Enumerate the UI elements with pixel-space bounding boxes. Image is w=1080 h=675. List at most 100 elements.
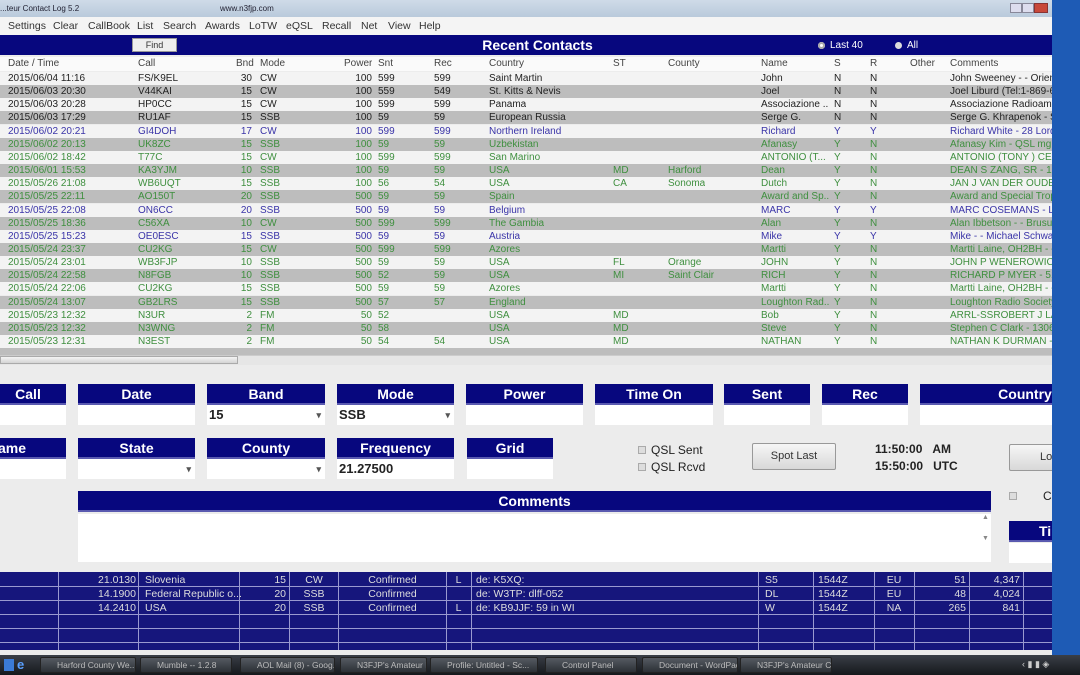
comments-scrollbar[interactable]: ▲ ▼ bbox=[980, 514, 991, 562]
cell-band: 15 bbox=[240, 230, 252, 242]
dropdown-arrow-icon[interactable]: ▾ bbox=[186, 459, 191, 479]
power-input[interactable] bbox=[466, 405, 583, 425]
table-row[interactable]: 2015/06/02 20:21 GI4DOH 17 CW 100 599 599 North… bbox=[0, 124, 1052, 138]
call-input[interactable] bbox=[0, 405, 66, 425]
spot-row[interactable]: 21.0130 Slovenia 15 CW Confirmed Lde: K5XQ: S5… bbox=[0, 574, 1052, 586]
table-row[interactable]: 2015/06/03 20:30 V44KAI 15 CW 100 559 549 St. K… bbox=[0, 85, 1052, 99]
menu-callbook[interactable]: CallBook bbox=[88, 20, 130, 32]
internet-explorer-icon[interactable]: e bbox=[17, 657, 24, 672]
menu-view[interactable]: View bbox=[388, 20, 411, 32]
col-snt[interactable]: Snt bbox=[378, 58, 393, 69]
menu-net[interactable]: Net bbox=[361, 20, 377, 32]
maximize-button[interactable] bbox=[1022, 3, 1034, 13]
dropdown-arrow-icon[interactable]: ▾ bbox=[445, 405, 450, 425]
menu-list[interactable]: List bbox=[137, 20, 153, 32]
cell-snt: 59 bbox=[378, 230, 390, 242]
scrollbar-thumb[interactable] bbox=[0, 356, 238, 364]
menu-eqsl[interactable]: eQSL bbox=[286, 20, 313, 32]
table-row[interactable]: 2015/06/02 18:42 T77C 15 CW 100 599 599 San Mar… bbox=[0, 150, 1052, 164]
close-button[interactable] bbox=[1034, 3, 1048, 13]
show-desktop-icon[interactable] bbox=[4, 659, 14, 671]
radio-last-40-label: Last 40 bbox=[830, 40, 863, 51]
radio-last-40[interactable]: Last 40 bbox=[818, 40, 863, 51]
col-county[interactable]: County bbox=[668, 58, 700, 69]
table-row[interactable]: 2015/05/24 23:01 WB3FJP 10 SSB 500 59 59 USA FL O… bbox=[0, 256, 1052, 270]
sent-input[interactable] bbox=[724, 405, 810, 425]
table-row[interactable]: 2015/05/24 23:37 CU2KG 15 CW 500 599 599 Azores… bbox=[0, 242, 1052, 256]
menu-help[interactable]: Help bbox=[419, 20, 441, 32]
grid-input[interactable] bbox=[467, 459, 553, 479]
menu-recall[interactable]: Recall bbox=[322, 20, 351, 32]
table-row[interactable]: 2015/05/25 18:36 C56XA 10 CW 500 599 599 The Ga… bbox=[0, 216, 1052, 230]
table-row[interactable]: 2015/05/23 12:31 N3EST 2 FM 50 54 54 USA MD NATHA… bbox=[0, 335, 1052, 348]
table-row[interactable]: 2015/06/04 11:16 FS/K9EL 30 CW 100 599 599 Sain… bbox=[0, 72, 1052, 85]
taskbar-button[interactable]: Profile: Untitled - Sc... bbox=[430, 657, 538, 673]
ti-input[interactable] bbox=[1009, 543, 1052, 563]
country-input[interactable] bbox=[920, 405, 1052, 425]
col-st[interactable]: ST bbox=[613, 58, 626, 69]
col-name[interactable]: Name bbox=[761, 58, 788, 69]
local-time-suffix: AM bbox=[932, 442, 952, 456]
county-select[interactable]: ▾ bbox=[207, 459, 325, 479]
dropdown-arrow-icon[interactable]: ▾ bbox=[316, 405, 321, 425]
table-row[interactable]: 2015/05/24 22:58 N8FGB 10 SSB 500 52 59 USA MI Sa… bbox=[0, 269, 1052, 283]
col-date-time[interactable]: Date / Time bbox=[8, 58, 59, 69]
taskbar-button[interactable]: N3FJP's Amateur Co... bbox=[740, 657, 832, 673]
menu-clear[interactable]: Clear bbox=[53, 20, 78, 32]
mode-select[interactable]: SSB ▾ bbox=[337, 405, 454, 425]
col-other[interactable]: Other bbox=[910, 58, 935, 69]
comments-textarea[interactable] bbox=[78, 514, 991, 562]
table-row[interactable]: 2015/05/25 15:23 OE0ESC 15 SSB 500 59 59 Austri… bbox=[0, 229, 1052, 243]
log-button[interactable]: Lo bbox=[1009, 444, 1052, 471]
qsl-rcvd-checkbox[interactable]: QSL Rcvd bbox=[638, 460, 705, 474]
menu-awards[interactable]: Awards bbox=[205, 20, 240, 32]
find-button[interactable]: Find bbox=[132, 38, 177, 52]
table-row[interactable]: 2015/05/25 22:11 AO150T 20 SSB 500 59 59 Spain A… bbox=[0, 190, 1052, 204]
radio-all[interactable]: All bbox=[895, 40, 918, 51]
table-row[interactable]: 2015/05/23 12:32 N3WNG 2 FM 50 58 USA MD Steve Y N… bbox=[0, 321, 1052, 335]
table-row[interactable]: 2015/06/02 20:13 UK8ZC 15 SSB 100 59 59 Uzbekis… bbox=[0, 137, 1052, 151]
band-select[interactable]: 15 ▾ bbox=[207, 405, 325, 425]
spot-row[interactable]: 14.1900 Federal Republic o... 20 SSB Confirm… bbox=[0, 588, 1052, 600]
spot-row[interactable]: 14.2410 USA 20 SSB Confirmed Lde: KB9JJF: 59 … bbox=[0, 602, 1052, 614]
table-row[interactable]: 2015/05/26 21:08 WB6UQT 15 SSB 100 56 54 USA CA S… bbox=[0, 177, 1052, 191]
dropdown-arrow-icon[interactable]: ▾ bbox=[316, 459, 321, 479]
tray-icons[interactable]: ‹ ▮ ▮ ◈ bbox=[1022, 659, 1049, 670]
taskbar-button[interactable]: Harford County We... bbox=[40, 657, 136, 673]
menu-lotw[interactable]: LoTW bbox=[249, 20, 277, 32]
table-row[interactable]: 2015/05/24 13:07 GB2LRS 15 SSB 500 57 57 Englan… bbox=[0, 295, 1052, 309]
col-s[interactable]: S bbox=[834, 58, 841, 69]
qsl-sent-checkbox[interactable]: QSL Sent bbox=[638, 443, 703, 457]
minimize-button[interactable] bbox=[1010, 3, 1022, 13]
date-input[interactable] bbox=[78, 405, 195, 425]
table-row[interactable]: 2015/05/25 22:08 ON6CC 20 SSB 500 59 59 Belgium… bbox=[0, 203, 1052, 217]
table-row[interactable]: 2015/06/03 17:29 RU1AF 15 SSB 100 59 59 Europea… bbox=[0, 111, 1052, 125]
name-input[interactable] bbox=[0, 459, 66, 479]
menu-settings[interactable]: Settings bbox=[8, 20, 46, 32]
table-row[interactable]: 2015/06/01 15:53 KA3YJM 10 SSB 100 59 59 USA MD H… bbox=[0, 164, 1052, 178]
menu-search[interactable]: Search bbox=[163, 20, 196, 32]
taskbar-button[interactable]: Document - WordPad bbox=[642, 657, 738, 673]
rec-input[interactable] bbox=[822, 405, 908, 425]
taskbar-button[interactable]: AOL Mail (8) - Goog... bbox=[240, 657, 335, 673]
frequency-input[interactable]: 21.27500 bbox=[337, 459, 454, 479]
table-row[interactable]: 2015/05/24 22:06 CU2KG 15 SSB 500 59 59 Azores M… bbox=[0, 282, 1052, 296]
col-mode[interactable]: Mode bbox=[260, 58, 285, 69]
time-on-input[interactable] bbox=[595, 405, 713, 425]
col-country[interactable]: Country bbox=[489, 58, 524, 69]
col-power[interactable]: Power bbox=[344, 58, 372, 69]
taskbar-button[interactable]: N3FJP's Amateur Ra... bbox=[340, 657, 427, 673]
table-row[interactable]: 2015/06/03 20:28 HP0CC 15 CW 100 599 599 Panama… bbox=[0, 98, 1052, 112]
col-call[interactable]: Call bbox=[138, 58, 155, 69]
cell-band: 2 bbox=[246, 336, 252, 347]
state-select[interactable]: ▾ bbox=[78, 459, 195, 479]
table-row[interactable]: 2015/05/23 12:32 N3UR 2 FM 50 52 USA MD Bob Y N ARR… bbox=[0, 308, 1052, 322]
col-r[interactable]: R bbox=[870, 58, 877, 69]
taskbar-button[interactable]: Mumble -- 1.2.8 bbox=[140, 657, 232, 673]
c-checkbox[interactable] bbox=[1009, 492, 1017, 500]
taskbar-button[interactable]: Control Panel bbox=[545, 657, 637, 673]
col-comments[interactable]: Comments bbox=[950, 58, 998, 69]
col-rec[interactable]: Rec bbox=[434, 58, 452, 69]
spot-last-button[interactable]: Spot Last bbox=[752, 443, 836, 470]
col-band[interactable]: Bnd bbox=[236, 58, 254, 69]
